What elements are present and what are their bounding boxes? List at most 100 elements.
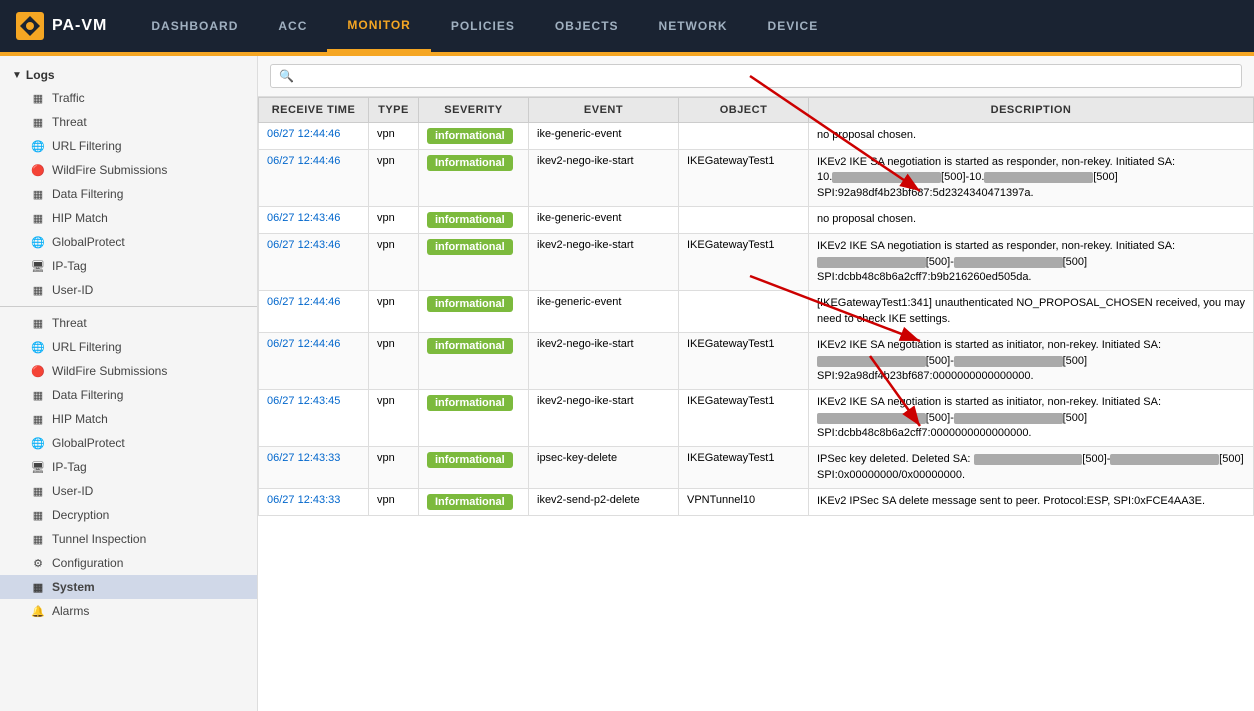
- nav-device[interactable]: DEVICE: [748, 0, 839, 52]
- cell-severity: informational: [419, 390, 529, 447]
- cell-object: IKEGatewayTest1: [679, 390, 809, 447]
- cell-description: IKEv2 IKE SA negotiation is started as i…: [809, 333, 1254, 390]
- data-filtering2-icon: ▦: [30, 387, 46, 403]
- sidebar-item-wildfire-submissions[interactable]: 🔴 WildFire Submissions: [0, 158, 257, 182]
- sidebar-item-decryption[interactable]: ▦ Decryption: [0, 503, 257, 527]
- col-header-type: TYPE: [369, 98, 419, 123]
- nav-policies[interactable]: POLICIES: [431, 0, 535, 52]
- search-bar: 🔍: [258, 56, 1254, 97]
- nav-monitor[interactable]: MONITOR: [327, 0, 430, 52]
- globalprotect-icon: 🌐: [30, 234, 46, 250]
- table-row[interactable]: 06/27 12:44:46vpninformationalike-generi…: [259, 291, 1254, 333]
- table-row[interactable]: 06/27 12:43:46vpninformationalikev2-nego…: [259, 234, 1254, 291]
- table-row[interactable]: 06/27 12:43:46vpninformationalike-generi…: [259, 207, 1254, 234]
- redacted-text: ■■■■■■■■■■■■■■■■■■: [954, 356, 1063, 367]
- sidebar-item-ip-tag[interactable]: 🖥 IP-Tag: [0, 254, 257, 278]
- cell-description: IKEv2 IKE SA negotiation is started as r…: [809, 150, 1254, 207]
- cell-severity: informational: [419, 447, 529, 489]
- sidebar-item-globalprotect2[interactable]: 🌐 GlobalProtect: [0, 431, 257, 455]
- main-nav: DASHBOARD ACC MONITOR POLICIES OBJECTS N…: [131, 0, 838, 52]
- logs-table: RECEIVE TIME TYPE SEVERITY EVENT OBJECT …: [258, 97, 1254, 516]
- table-body: 06/27 12:44:46vpninformationalike-generi…: [259, 123, 1254, 516]
- cell-type: vpn: [369, 234, 419, 291]
- sidebar-item-system[interactable]: ▦ System: [0, 575, 257, 599]
- sidebar-item-hip-match2[interactable]: ▦ HIP Match: [0, 407, 257, 431]
- alarms-icon: 🔔: [30, 603, 46, 619]
- decryption-icon: ▦: [30, 507, 46, 523]
- wildfire-icon: 🔴: [30, 162, 46, 178]
- cell-description: [IKEGatewayTest1:341] unauthenticated NO…: [809, 291, 1254, 333]
- cell-severity: Informational: [419, 150, 529, 207]
- sidebar-item-url-filtering2[interactable]: 🌐 URL Filtering: [0, 335, 257, 359]
- chevron-down-icon: ▼: [12, 70, 22, 81]
- col-header-receive-time: RECEIVE TIME: [259, 98, 369, 123]
- severity-badge: informational: [427, 128, 513, 144]
- cell-time: 06/27 12:44:46: [259, 291, 369, 333]
- sidebar-item-globalprotect[interactable]: 🌐 GlobalProtect: [0, 230, 257, 254]
- nav-network[interactable]: NETWORK: [639, 0, 748, 52]
- sidebar-logs-header[interactable]: ▼ Logs: [0, 64, 257, 86]
- user-id-icon: ▦: [30, 282, 46, 298]
- log-table: RECEIVE TIME TYPE SEVERITY EVENT OBJECT …: [258, 97, 1254, 711]
- cell-time: 06/27 12:43:33: [259, 447, 369, 489]
- redacted-text: ■■■■■■■■■■■■■■■■■■: [817, 413, 926, 424]
- wildfire2-icon: 🔴: [30, 363, 46, 379]
- col-header-event: EVENT: [529, 98, 679, 123]
- cell-event: ike-generic-event: [529, 123, 679, 150]
- sidebar-item-ip-tag2[interactable]: 🖥 IP-Tag: [0, 455, 257, 479]
- cell-description: IKEv2 IKE SA negotiation is started as i…: [809, 390, 1254, 447]
- sidebar-item-data-filtering2[interactable]: ▦ Data Filtering: [0, 383, 257, 407]
- table-row[interactable]: 06/27 12:43:45vpninformationalikev2-nego…: [259, 390, 1254, 447]
- nav-acc[interactable]: ACC: [258, 0, 327, 52]
- threat-icon: ▦: [30, 114, 46, 130]
- nav-objects[interactable]: OBJECTS: [535, 0, 639, 52]
- tunnel-inspection-icon: ▦: [30, 531, 46, 547]
- cell-description: IKEv2 IKE SA negotiation is started as r…: [809, 234, 1254, 291]
- nav-dashboard[interactable]: DASHBOARD: [131, 0, 258, 52]
- sidebar-item-user-id[interactable]: ▦ User-ID: [0, 278, 257, 302]
- cell-object: IKEGatewayTest1: [679, 447, 809, 489]
- cell-time: 06/27 12:43:46: [259, 207, 369, 234]
- cell-event: ikev2-nego-ike-start: [529, 150, 679, 207]
- user-id2-icon: ▦: [30, 483, 46, 499]
- search-input[interactable]: [300, 69, 1233, 83]
- redacted-text: ■■■■■■■■■■■■■■■■■■: [974, 454, 1083, 465]
- table-row[interactable]: 06/27 12:43:33vpninformationalipsec-key-…: [259, 447, 1254, 489]
- ip-tag2-icon: 🖥: [30, 459, 46, 475]
- sidebar-item-user-id2[interactable]: ▦ User-ID: [0, 479, 257, 503]
- table-header: RECEIVE TIME TYPE SEVERITY EVENT OBJECT …: [259, 98, 1254, 123]
- table-row[interactable]: 06/27 12:43:33vpnInformationalikev2-send…: [259, 489, 1254, 516]
- traffic-icon: ▦: [30, 90, 46, 106]
- cell-object: [679, 207, 809, 234]
- sidebar-item-tunnel-inspection[interactable]: ▦ Tunnel Inspection: [0, 527, 257, 551]
- sidebar: ▼ Logs ▦ Traffic ▦ Threat 🌐 URL Filterin…: [0, 56, 258, 711]
- redacted-text: ■■■■■■■■■■■■■■■■■■: [832, 172, 941, 183]
- sidebar-item-data-filtering[interactable]: ▦ Data Filtering: [0, 182, 257, 206]
- table-row[interactable]: 06/27 12:44:46vpnInformationalikev2-nego…: [259, 150, 1254, 207]
- cell-time: 06/27 12:44:46: [259, 150, 369, 207]
- globalprotect2-icon: 🌐: [30, 435, 46, 451]
- sidebar-item-traffic[interactable]: ▦ Traffic: [0, 86, 257, 110]
- pa-vm-logo-icon: [16, 12, 44, 40]
- table-row[interactable]: 06/27 12:44:46vpninformationalike-generi…: [259, 123, 1254, 150]
- threat2-icon: ▦: [30, 315, 46, 331]
- cell-event: ikev2-nego-ike-start: [529, 234, 679, 291]
- top-navigation: PA-VM DASHBOARD ACC MONITOR POLICIES OBJ…: [0, 0, 1254, 52]
- table-row[interactable]: 06/27 12:44:46vpninformationalikev2-nego…: [259, 333, 1254, 390]
- sidebar-item-wildfire-submissions2[interactable]: 🔴 WildFire Submissions: [0, 359, 257, 383]
- sidebar-item-hip-match[interactable]: ▦ HIP Match: [0, 206, 257, 230]
- cell-type: vpn: [369, 447, 419, 489]
- redacted-text: ■■■■■■■■■■■■■■■■■■: [817, 257, 926, 268]
- sidebar-item-configuration[interactable]: ⚙ Configuration: [0, 551, 257, 575]
- search-input-wrap[interactable]: 🔍: [270, 64, 1242, 88]
- cell-object: IKEGatewayTest1: [679, 234, 809, 291]
- cell-event: ikev2-nego-ike-start: [529, 333, 679, 390]
- severity-badge: Informational: [427, 155, 513, 171]
- cell-type: vpn: [369, 207, 419, 234]
- sidebar-item-threat2[interactable]: ▦ Threat: [0, 311, 257, 335]
- sidebar-item-alarms[interactable]: 🔔 Alarms: [0, 599, 257, 623]
- sidebar-item-url-filtering[interactable]: 🌐 URL Filtering: [0, 134, 257, 158]
- cell-type: vpn: [369, 291, 419, 333]
- sidebar-item-threat[interactable]: ▦ Threat: [0, 110, 257, 134]
- cell-time: 06/27 12:44:46: [259, 333, 369, 390]
